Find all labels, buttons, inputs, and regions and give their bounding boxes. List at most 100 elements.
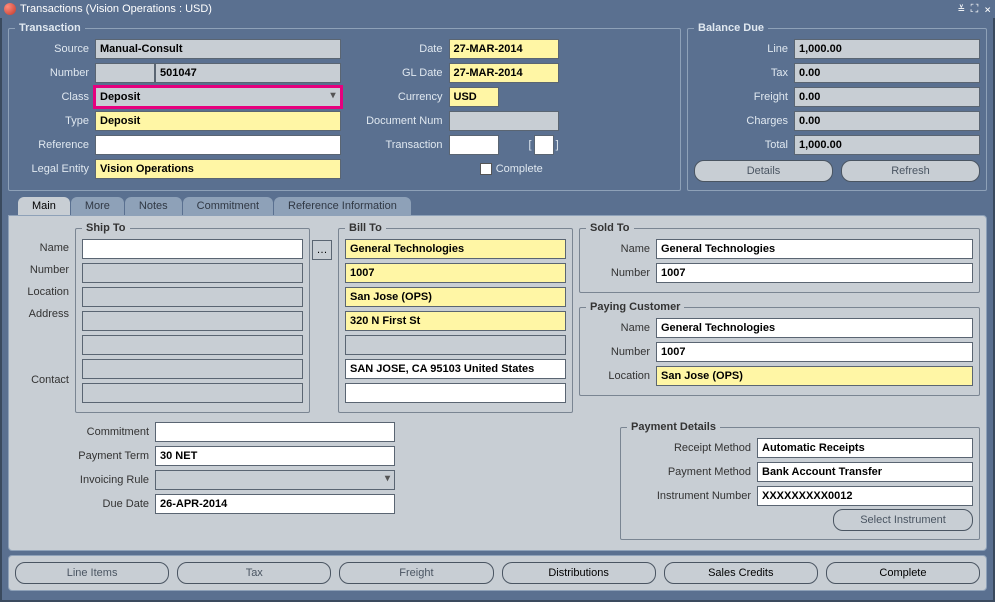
oracle-logo-icon [4, 3, 16, 15]
due-date-label: Due Date [55, 498, 155, 510]
select-instrument-button[interactable]: Select Instrument [833, 509, 973, 531]
freight-button[interactable]: Freight [339, 562, 493, 584]
number-label: Number [15, 67, 95, 79]
transaction-legend: Transaction [15, 22, 85, 34]
shipto-address2-field[interactable] [82, 335, 303, 355]
billto-name-field[interactable]: General Technologies [345, 239, 566, 259]
reference-field[interactable] [95, 135, 341, 155]
document-num-label: Document Num [349, 115, 449, 127]
tab-reference-information[interactable]: Reference Information [274, 197, 411, 215]
tab-notes[interactable]: Notes [125, 197, 182, 215]
billto-contact-field[interactable] [345, 383, 566, 403]
type-field[interactable]: Deposit [95, 111, 341, 131]
line-items-button[interactable]: Line Items [15, 562, 169, 584]
billto-address2-field[interactable] [345, 335, 566, 355]
complete-checkbox[interactable] [480, 163, 492, 175]
billto-address1-field[interactable]: 320 N First St [345, 311, 566, 331]
transaction-group: Transaction Source Manual-Consult Number… [8, 22, 681, 191]
billto-number-field[interactable]: 1007 [345, 263, 566, 283]
gl-date-field[interactable]: 27-MAR-2014 [449, 63, 559, 83]
source-field[interactable]: Manual-Consult [95, 39, 341, 59]
reference-label: Reference [15, 139, 95, 151]
soldto-legend: Sold To [586, 222, 634, 234]
transaction-field[interactable] [449, 135, 499, 155]
shipto-location-label: Location [15, 286, 75, 308]
instrument-number-field[interactable]: XXXXXXXXX0012 [757, 486, 973, 506]
shipto-address3-field[interactable] [82, 359, 303, 379]
payment-term-field[interactable]: 30 NET [155, 446, 395, 466]
tab-main[interactable]: Main [18, 197, 70, 215]
commitment-field[interactable] [155, 422, 395, 442]
complete-label: Complete [496, 163, 543, 175]
window-title: Transactions (Vision Operations : USD) [20, 3, 952, 15]
payment-details-legend: Payment Details [627, 421, 720, 433]
shipto-legend: Ship To [82, 222, 130, 234]
shipto-number-field[interactable] [82, 263, 303, 283]
total-label: Total [694, 139, 794, 151]
soldto-number-label: Number [586, 267, 656, 279]
soldto-number-field[interactable]: 1007 [656, 263, 973, 283]
paying-number-field[interactable]: 1007 [656, 342, 973, 362]
distributions-button[interactable]: Distributions [502, 562, 656, 584]
date-field[interactable]: 27-MAR-2014 [449, 39, 559, 59]
details-button[interactable]: Details [694, 160, 833, 182]
soldto-group: Sold To NameGeneral Technologies Number1… [579, 222, 980, 293]
sales-credits-button[interactable]: Sales Credits [664, 562, 818, 584]
payment-method-field[interactable]: Bank Account Transfer [757, 462, 973, 482]
shipto-lov-button[interactable]: … [312, 240, 332, 260]
document-num-field[interactable] [449, 111, 559, 131]
receipt-method-label: Receipt Method [627, 442, 757, 454]
due-date-field[interactable]: 26-APR-2014 [155, 494, 395, 514]
shipto-location-field[interactable] [82, 287, 303, 307]
shipto-name-field[interactable] [82, 239, 303, 259]
invoicing-rule-label: Invoicing Rule [55, 474, 155, 486]
class-label: Class [15, 91, 95, 103]
legal-entity-label: Legal Entity [15, 163, 95, 175]
flex-bracket: [ [529, 139, 532, 151]
close-icon[interactable]: × [984, 3, 991, 16]
soldto-name-field[interactable]: General Technologies [656, 239, 973, 259]
number-prefix-field[interactable] [95, 63, 155, 83]
flex-field[interactable] [534, 135, 554, 155]
soldto-name-label: Name [586, 243, 656, 255]
payment-term-label: Payment Term [55, 450, 155, 462]
shipto-contact-field[interactable] [82, 383, 303, 403]
number-field[interactable]: 501047 [155, 63, 341, 83]
billto-legend: Bill To [345, 222, 386, 234]
titlebar: Transactions (Vision Operations : USD) ≚… [0, 0, 995, 18]
shipto-number-label: Number [15, 264, 75, 286]
billto-address3-field[interactable]: SAN JOSE, CA 95103 United States [345, 359, 566, 379]
tab-bar: Main More Notes Commitment Reference Inf… [8, 197, 987, 215]
charges-value: 0.00 [794, 111, 980, 131]
payment-details-group: Payment Details Receipt MethodAutomatic … [620, 421, 980, 540]
tab-more[interactable]: More [71, 197, 124, 215]
date-label: Date [349, 43, 449, 55]
minimize-icon[interactable]: ≚ [958, 3, 965, 16]
currency-field[interactable]: USD [449, 87, 499, 107]
refresh-button[interactable]: Refresh [841, 160, 980, 182]
instrument-number-label: Instrument Number [627, 490, 757, 502]
freight-value: 0.00 [794, 87, 980, 107]
restore-icon[interactable]: ⛶ [971, 2, 979, 16]
bottom-button-bar: Line Items Tax Freight Distributions Sal… [8, 555, 987, 591]
total-value: 1,000.00 [794, 135, 980, 155]
receipt-method-field[interactable]: Automatic Receipts [757, 438, 973, 458]
shipto-address1-field[interactable] [82, 311, 303, 331]
shipto-address-label: Address [15, 308, 75, 330]
paying-location-field[interactable]: San Jose (OPS) [656, 366, 973, 386]
flex-bracket-close: ] [556, 139, 559, 151]
tax-button[interactable]: Tax [177, 562, 331, 584]
billto-group: Bill To General Technologies 1007 San Jo… [338, 222, 573, 413]
freight-label: Freight [694, 91, 794, 103]
complete-button[interactable]: Complete [826, 562, 980, 584]
class-dropdown[interactable]: Deposit [95, 87, 341, 107]
paying-group: Paying Customer NameGeneral Technologies… [579, 301, 980, 396]
tab-commitment[interactable]: Commitment [183, 197, 273, 215]
legal-entity-field[interactable]: Vision Operations [95, 159, 341, 179]
gl-date-label: GL Date [349, 67, 449, 79]
invoicing-rule-dropdown[interactable] [155, 470, 395, 490]
paying-location-label: Location [586, 370, 656, 382]
billto-location-field[interactable]: San Jose (OPS) [345, 287, 566, 307]
source-label: Source [15, 43, 95, 55]
paying-name-field[interactable]: General Technologies [656, 318, 973, 338]
